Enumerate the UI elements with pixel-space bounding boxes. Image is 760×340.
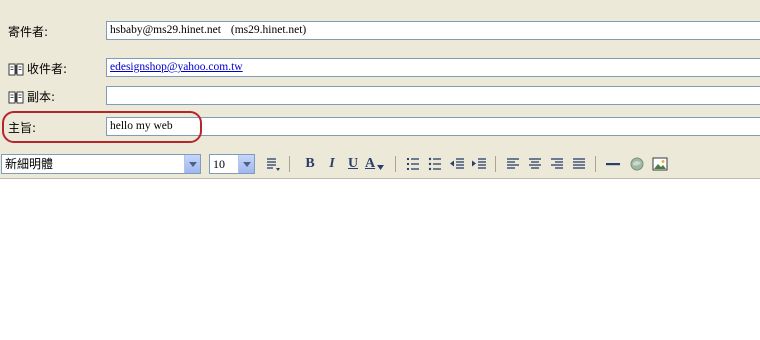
message-header-pane: 寄件者: hsbaby@ms29.hinet.net (ms29.hinet.ne… — [0, 0, 760, 150]
to-field[interactable]: edesignshop@yahoo.com.tw — [106, 58, 760, 77]
address-book-icon[interactable] — [8, 91, 24, 104]
address-book-icon[interactable] — [8, 63, 24, 76]
justify-icon[interactable] — [569, 155, 589, 173]
align-center-icon[interactable] — [525, 155, 545, 173]
font-size-value: 10 — [213, 157, 225, 171]
horizontal-line-icon[interactable] — [603, 155, 623, 173]
from-label: 寄件者: — [8, 25, 49, 39]
to-label: 收件者: — [27, 62, 68, 76]
from-account: (ms29.hinet.net) — [230, 24, 307, 36]
bold-button[interactable]: B — [300, 155, 320, 173]
to-row: 收件者: edesignshop@yahoo.com.tw — [0, 55, 760, 82]
subject-row: 主旨: hello my web — [0, 114, 760, 141]
from-address: hsbaby@ms29.hinet.net — [110, 24, 221, 36]
message-body-editor[interactable] — [0, 179, 760, 340]
chevron-down-icon[interactable] — [184, 155, 200, 173]
font-color-label: A — [365, 156, 376, 171]
decrease-indent-icon[interactable] — [447, 155, 467, 173]
toolbar-divider — [595, 156, 596, 172]
numbered-list-icon[interactable] — [403, 155, 423, 173]
bulleted-list-icon[interactable] — [425, 155, 445, 173]
from-row: 寄件者: hsbaby@ms29.hinet.net (ms29.hinet.ne… — [0, 18, 760, 45]
toolbar-divider — [395, 156, 396, 172]
cc-field[interactable] — [106, 86, 760, 105]
from-field[interactable]: hsbaby@ms29.hinet.net (ms29.hinet.net) — [106, 21, 760, 40]
italic-button[interactable]: I — [322, 155, 342, 173]
align-left-icon[interactable] — [503, 155, 523, 173]
cc-label: 副本: — [27, 90, 56, 104]
to-recipient-link[interactable]: edesignshop@yahoo.com.tw — [110, 61, 243, 73]
toolbar-divider — [495, 156, 496, 172]
font-name-select[interactable]: 新細明體 — [1, 154, 201, 174]
subject-field[interactable]: hello my web — [106, 117, 760, 136]
insert-link-icon[interactable] — [627, 155, 647, 173]
insert-picture-icon[interactable] — [650, 155, 670, 173]
increase-indent-icon[interactable] — [469, 155, 489, 173]
paragraph-style-icon[interactable] — [263, 155, 283, 173]
formatting-toolbar: 新細明體 10 B I U A — [0, 150, 760, 179]
font-name-value: 新細明體 — [5, 157, 54, 171]
chevron-down-icon[interactable] — [238, 155, 254, 173]
subject-label: 主旨: — [8, 121, 37, 135]
align-right-icon[interactable] — [547, 155, 567, 173]
toolbar-divider — [289, 156, 290, 172]
font-color-icon[interactable]: A — [365, 155, 391, 173]
cc-row: 副本: — [0, 83, 760, 110]
underline-button[interactable]: U — [343, 155, 363, 173]
font-size-select[interactable]: 10 — [209, 154, 255, 174]
